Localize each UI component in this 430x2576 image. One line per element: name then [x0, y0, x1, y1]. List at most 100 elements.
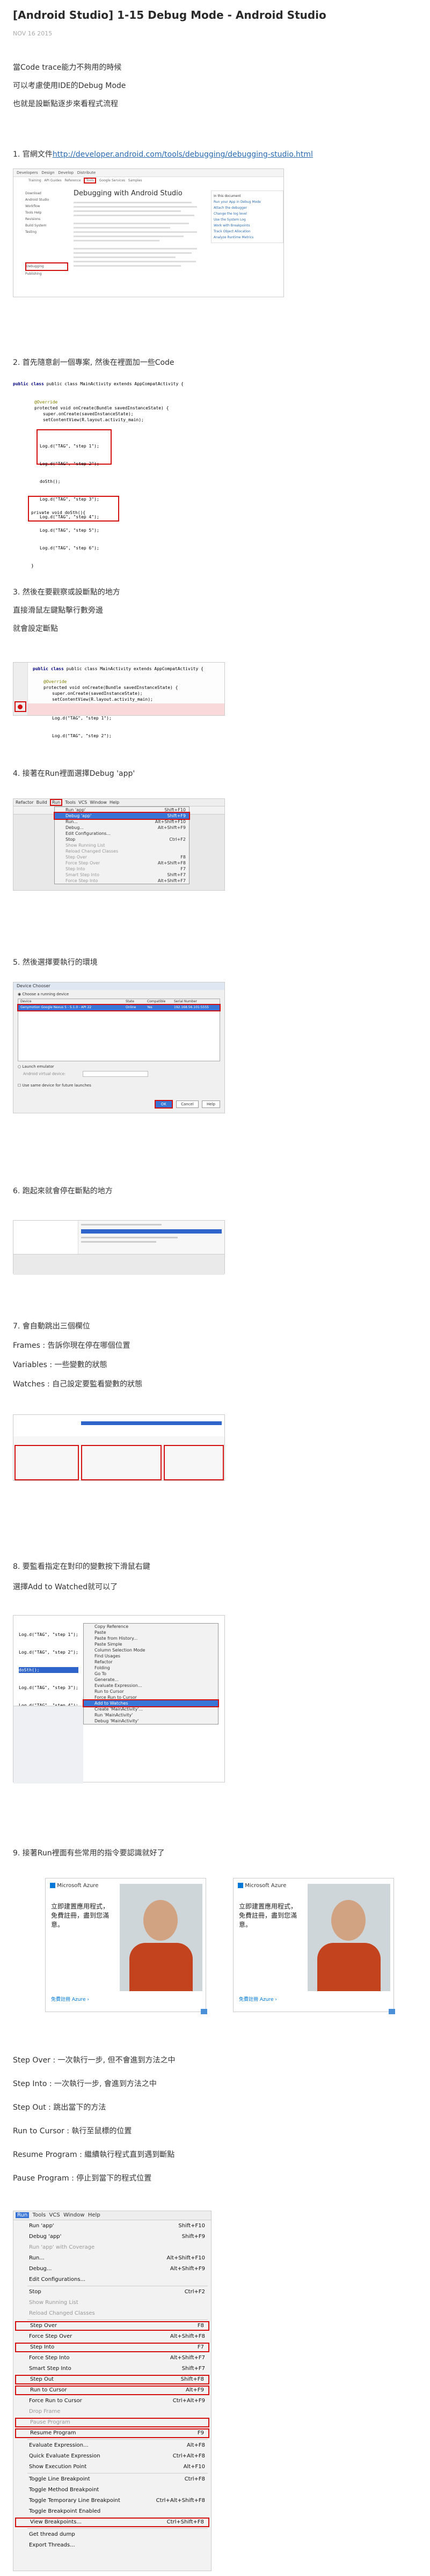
run-menu-item[interactable]: Drop Frame	[15, 2407, 209, 2417]
doc-tab-reference[interactable]: Reference	[64, 179, 81, 182]
menu-run[interactable]: Run	[49, 799, 63, 806]
run-menu-item[interactable]: Run 'app' with Coverage	[15, 2243, 209, 2252]
launch-emulator-radio[interactable]: ○ Launch emulator	[13, 1061, 224, 1070]
adchoices-icon[interactable]	[201, 2009, 207, 2014]
doc-side-item[interactable]: Build System	[25, 223, 68, 229]
toc-item[interactable]: Work with Breakpoints	[214, 223, 281, 229]
menu-item[interactable]: Reload Changed Classes	[55, 848, 189, 854]
menu-vcs[interactable]: VCS	[49, 2212, 60, 2218]
menu-build[interactable]: Build	[37, 800, 47, 805]
ctx-item[interactable]: Refactor	[84, 1659, 218, 1665]
ok-button[interactable]: OK	[154, 1100, 173, 1109]
ctx-item[interactable]: Run 'MainActivity'	[84, 1712, 218, 1718]
toc-item[interactable]: Run your App in Debug Mode	[214, 199, 281, 205]
doc-nav-developers[interactable]: Developers	[17, 171, 38, 175]
run-menu-item[interactable]: Reload Changed Classes	[15, 2309, 209, 2318]
ctx-item[interactable]: Debug 'MainActivity'	[84, 1718, 218, 1724]
run-menu-item[interactable]: Smart Step Into Shift+F7	[15, 2364, 209, 2374]
menu-item-debug-app[interactable]: Debug 'app' Shift+F9	[54, 812, 190, 820]
run-menu-item[interactable]: View Breakpoints... Ctrl+Shift+F8	[15, 2518, 209, 2527]
menu-item[interactable]: Run 'app' Shift+F10	[55, 807, 189, 813]
menu-item[interactable]: Run... Alt+Shift+F10	[55, 819, 189, 825]
run-menu-item[interactable]: Step Into F7	[15, 2343, 209, 2352]
ctx-item[interactable]: Force Run to Cursor	[84, 1694, 218, 1700]
menu-help[interactable]: Help	[88, 2212, 100, 2218]
doc-side-item[interactable]: Android Studio	[25, 197, 68, 203]
ctx-item[interactable]: Paste from History...	[84, 1635, 218, 1641]
use-same-checkbox[interactable]: ☐ Use same device for future launches	[13, 1078, 224, 1089]
menu-window[interactable]: Window	[63, 2212, 84, 2218]
run-menu-item[interactable]: Run 'app' Shift+F10	[15, 2221, 209, 2231]
doc-link[interactable]: http://developer.android.com/tools/debug…	[53, 150, 313, 159]
run-menu-item[interactable]: Toggle Line Breakpoint Ctrl+F8	[15, 2475, 209, 2484]
ctx-item[interactable]: Evaluate Expression...	[84, 1683, 218, 1689]
menu-refactor[interactable]: Refactor	[16, 800, 34, 805]
run-menu-item[interactable]: Show Execution Point Alt+F10	[15, 2462, 209, 2472]
device-row-selected[interactable]: Genymotion Google Nexus 5 - 5.1.0 - API …	[17, 1004, 221, 1011]
run-menu-item[interactable]: Resume Program F9	[15, 2428, 209, 2438]
frames-panel[interactable]	[14, 1445, 79, 1480]
run-menu-item[interactable]: Debug... Alt+Shift+F9	[15, 2264, 209, 2274]
menu-item[interactable]: Force Step Over Alt+Shift+F8	[55, 860, 189, 866]
doc-side-item-debugging[interactable]: Debugging	[25, 262, 68, 271]
doc-nav-design[interactable]: Design	[41, 171, 54, 175]
ctx-item[interactable]: Go To	[84, 1671, 218, 1677]
menu-item[interactable]: Force Step Into Alt+Shift+F7	[55, 878, 189, 884]
doc-side-item[interactable]: Tools Help	[25, 210, 68, 216]
ctx-item[interactable]: Paste Simple	[84, 1641, 218, 1647]
run-menu-item[interactable]: Quick Evaluate Expression Ctrl+Alt+F8	[15, 2452, 209, 2461]
doc-tab-services[interactable]: Google Services	[99, 179, 125, 182]
ctx-item[interactable]: Find Usages	[84, 1653, 218, 1659]
ctx-item[interactable]: Copy Reference	[84, 1624, 218, 1630]
avd-select[interactable]	[83, 1071, 149, 1077]
menu-item[interactable]: Debug... Alt+Shift+F9	[55, 825, 189, 831]
run-menu-item[interactable]: Debug 'app' Shift+F9	[15, 2232, 209, 2242]
help-button[interactable]: Help	[202, 1100, 220, 1108]
doc-tab-tools[interactable]: Tools	[84, 178, 97, 184]
ad-cta[interactable]: 免費註冊 Azure ›	[239, 1995, 277, 2002]
adchoices-icon[interactable]	[389, 2009, 395, 2014]
doc-side-item[interactable]: Testing	[25, 229, 68, 236]
ctx-item[interactable]: Paste	[84, 1630, 218, 1635]
menu-item[interactable]: Edit Configurations...	[55, 831, 189, 836]
ad-banner-left[interactable]: Microsoft Azure 立即建置應用程式，免費註冊，盡到您滿意。 免費註…	[45, 1878, 206, 2012]
run-menu-item[interactable]: Force Step Over Alt+Shift+F8	[15, 2332, 209, 2342]
run-menu-item[interactable]: Show Running List	[15, 2298, 209, 2308]
run-menu-item[interactable]: Run... Alt+Shift+F10	[15, 2254, 209, 2263]
doc-tab-api[interactable]: API Guides	[44, 179, 61, 182]
run-menu-item[interactable]: Force Run to Cursor Ctrl+Alt+F9	[15, 2396, 209, 2406]
menu-help[interactable]: Help	[110, 800, 119, 805]
menu-run[interactable]: Run	[16, 2212, 30, 2218]
choose-running-radio[interactable]: ◉ Choose a running device	[13, 990, 224, 999]
menu-item[interactable]: Stop Ctrl+F2	[55, 836, 189, 842]
run-menu-item[interactable]: Get thread dump	[15, 2530, 209, 2540]
run-menu-item[interactable]: Toggle Temporary Line Breakpoint Ctrl+Alt…	[15, 2496, 209, 2506]
doc-nav-develop[interactable]: Develop	[58, 171, 74, 175]
run-menu-item[interactable]: Toggle Breakpoint Enabled	[15, 2507, 209, 2516]
toc-item[interactable]: Analyze Runtime Metrics	[214, 234, 281, 240]
variables-panel[interactable]	[81, 1445, 162, 1480]
doc-tab-samples[interactable]: Samples	[128, 179, 142, 182]
run-menu-item[interactable]: Step Out Shift+F8	[15, 2375, 209, 2384]
doc-side-item[interactable]: Revisions	[25, 216, 68, 223]
toc-item[interactable]: Track Object Allocation	[214, 229, 281, 234]
menu-item[interactable]: Step Over F8	[55, 854, 189, 860]
run-menu-item[interactable]: Force Step Into Alt+Shift+F7	[15, 2353, 209, 2363]
menu-window[interactable]: Window	[90, 800, 107, 805]
ctx-item[interactable]: Folding	[84, 1665, 218, 1671]
menu-tools[interactable]: Tools	[33, 2212, 46, 2218]
run-menu-item[interactable]: Run to Cursor Alt+F9	[15, 2386, 209, 2395]
run-menu-item[interactable]: Step Over F8	[15, 2321, 209, 2331]
menu-item[interactable]: Step Into F7	[55, 866, 189, 872]
ctx-item[interactable]: Generate...	[84, 1677, 218, 1683]
run-menu-item[interactable]: Pause Program	[15, 2418, 209, 2427]
menu-vcs[interactable]: VCS	[78, 800, 87, 805]
ad-cta[interactable]: 免費註冊 Azure ›	[51, 1995, 89, 2002]
doc-side-item[interactable]: Publishing	[25, 271, 68, 277]
ctx-item[interactable]: Create 'MainActivity'...	[84, 1706, 218, 1712]
ad-banner-right[interactable]: Microsoft Azure 立即建置應用程式，免費註冊，盡到您滿意。 免費註…	[233, 1878, 394, 2012]
run-menu-item[interactable]: Stop Ctrl+F2	[15, 2287, 209, 2297]
ctx-item[interactable]: Run to Cursor	[84, 1689, 218, 1694]
ctx-item-add-to-watches[interactable]: Add to Watches	[83, 1699, 219, 1707]
menu-item[interactable]: Show Running List	[55, 842, 189, 848]
